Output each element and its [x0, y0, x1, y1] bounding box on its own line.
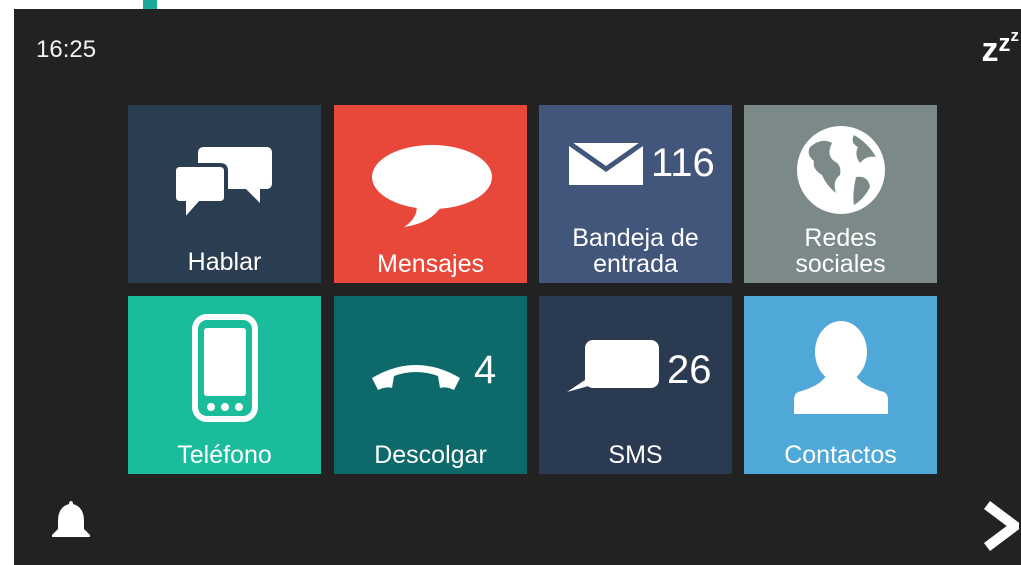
tile-label: Teléfono: [177, 441, 272, 469]
tile-bandeja-de-entrada[interactable]: 116 Bandeja de entrada: [539, 105, 732, 283]
tile-redes-sociales[interactable]: Redes sociales: [744, 105, 937, 283]
tile-label: Descolgar: [374, 441, 487, 469]
tile-label: Contactos: [784, 441, 897, 469]
tile-hablar[interactable]: Hablar: [128, 105, 321, 283]
home-screen: 16:25 zzz Hablar Mensajes 116 Bandeja de…: [14, 9, 1021, 565]
clock: 16:25: [36, 36, 97, 63]
top-accent-bar: [143, 0, 157, 9]
sms-bubble-icon: [567, 340, 659, 392]
chat-bubbles-icon: [174, 147, 272, 223]
sleep-zzz-icon[interactable]: zzz: [982, 27, 1020, 67]
unread-count: 116: [651, 141, 715, 185]
tile-label: Mensajes: [377, 250, 484, 278]
unread-sms-count: 26: [667, 348, 712, 392]
tile-descolgar[interactable]: 4 Descolgar: [334, 296, 527, 474]
bell-icon[interactable]: [50, 499, 92, 541]
tile-contactos[interactable]: Contactos: [744, 296, 937, 474]
tile-label: Hablar: [187, 248, 262, 276]
tile-label-line2: entrada: [593, 250, 678, 278]
tile-label-line1: Bandeja de: [572, 224, 699, 252]
tile-mensajes[interactable]: Mensajes: [334, 105, 527, 283]
tile-sms[interactable]: 26 SMS: [539, 296, 732, 474]
tile-label: SMS: [608, 441, 663, 469]
speech-bubble-icon: [372, 145, 492, 227]
missed-calls-count: 4: [474, 348, 497, 392]
tile-label-line2: sociales: [795, 250, 886, 278]
chevron-right-icon[interactable]: [981, 501, 1019, 551]
mobile-phone-icon: [192, 314, 258, 422]
person-icon: [794, 321, 888, 414]
envelope-icon: [569, 143, 643, 185]
tile-label-line1: Redes: [804, 224, 877, 252]
phone-handset-icon: [372, 365, 460, 390]
globe-icon: [797, 126, 885, 214]
tile-telefono[interactable]: Teléfono: [128, 296, 321, 474]
